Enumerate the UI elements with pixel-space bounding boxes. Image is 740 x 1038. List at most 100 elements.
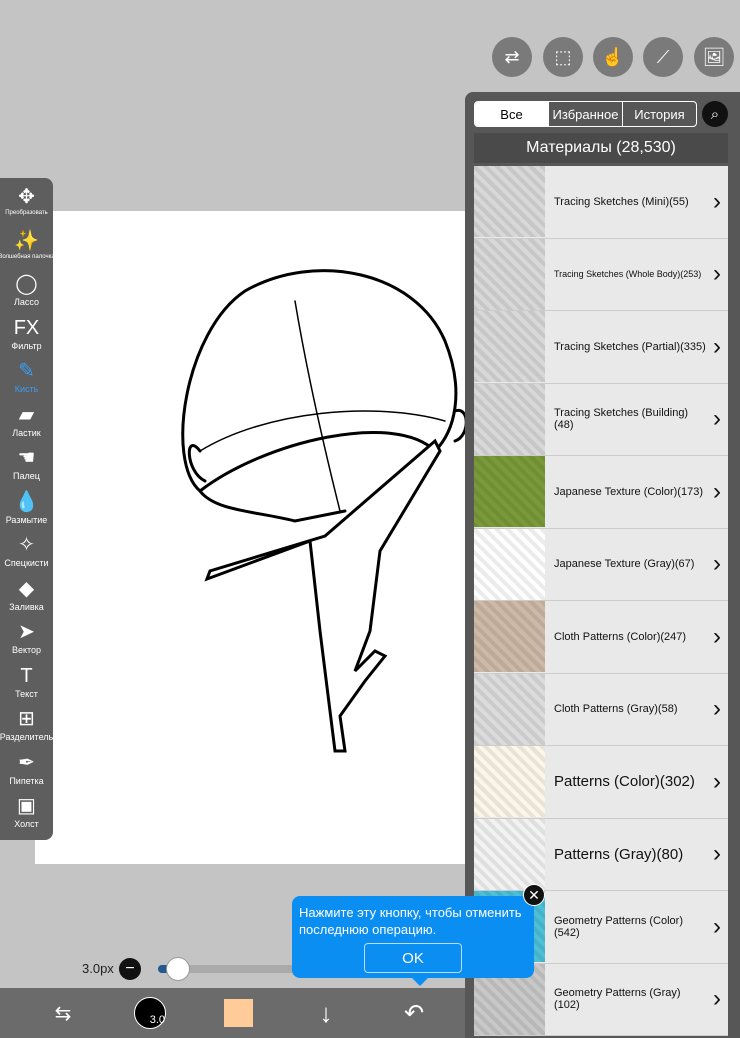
chevron-right-icon: › xyxy=(713,550,721,578)
tool-fx[interactable]: FX Фильтр xyxy=(0,315,53,359)
material-label: Tracing Sketches (Mini)(55) xyxy=(554,195,689,208)
tab-all[interactable]: Все xyxy=(475,102,549,126)
search-icon[interactable]: ⌕ xyxy=(702,101,728,127)
chevron-right-icon: › xyxy=(713,767,721,795)
tool-magic-wand[interactable]: ✨ Волшебная палочка xyxy=(0,228,55,272)
chevron-right-icon: › xyxy=(713,985,721,1013)
tool-vector-arrow[interactable]: ➤ Вектор xyxy=(0,619,53,663)
material-item[interactable]: Japanese Texture (Color)(173) › xyxy=(474,456,728,529)
tool-label: Разделитель xyxy=(0,732,54,742)
brush-size-button[interactable]: 3.0 xyxy=(133,988,167,1038)
material-item[interactable]: Cloth Patterns (Gray)(58) › xyxy=(474,673,728,746)
tool-eraser[interactable]: ▰ Ластик xyxy=(0,402,53,446)
material-label: Cloth Patterns (Color)(247) xyxy=(554,630,687,643)
color-swatch[interactable] xyxy=(222,988,254,1038)
fx-icon: FX xyxy=(13,316,40,339)
chevron-right-icon: › xyxy=(713,405,721,433)
tool-finger[interactable]: ☚ Палец xyxy=(0,445,53,489)
tool-label: Текст xyxy=(15,688,38,699)
tab-favorites[interactable]: Избранное xyxy=(549,102,623,126)
material-item[interactable]: Tracing Sketches (Whole Body)(253) › xyxy=(474,238,728,311)
material-item[interactable]: Japanese Texture (Gray)(67) › xyxy=(474,528,728,601)
material-thumbnail xyxy=(474,383,545,455)
material-thumbnail xyxy=(474,746,545,817)
chevron-right-icon: › xyxy=(713,840,721,868)
brush-size-decrease-button[interactable]: − xyxy=(119,958,141,980)
chevron-right-icon: › xyxy=(713,187,721,215)
eraser-icon: ▰ xyxy=(18,403,35,426)
material-label: Patterns (Color)(302) xyxy=(554,773,695,791)
material-label: Patterns (Gray)(80) xyxy=(554,845,684,863)
material-label: Geometry Patterns (Color)(542) xyxy=(554,914,683,939)
material-thumbnail xyxy=(474,238,545,310)
text-icon: T xyxy=(20,664,33,687)
material-item[interactable]: Tracing Sketches (Building)(48) › xyxy=(474,383,728,456)
material-thumbnail xyxy=(474,311,545,382)
bottom-toolbar: ⇆ 3.0 ↓ ↶ xyxy=(0,988,465,1038)
tool-text[interactable]: T Текст xyxy=(0,663,53,707)
material-item[interactable]: Tracing Sketches (Mini)(55) › xyxy=(474,166,728,239)
tool-label: Вектор xyxy=(11,645,42,655)
tool-move[interactable]: ✥ Преобразовать xyxy=(0,184,53,228)
tool-label: Фильтр xyxy=(11,340,42,351)
tool-label: Лассо xyxy=(13,297,40,307)
slider-thumb[interactable] xyxy=(166,957,190,981)
canvas-icon: ▣ xyxy=(17,795,36,817)
finger-icon: ☚ xyxy=(17,447,36,469)
drawing-canvas[interactable] xyxy=(35,211,475,864)
layer-down-arrow-icon[interactable]: ↓ xyxy=(310,988,342,1038)
tool-canvas[interactable]: ▣ Холст xyxy=(0,793,53,837)
eyedropper-icon: ✒ xyxy=(18,751,35,774)
tool-label: Спецкисти xyxy=(4,558,49,568)
material-item[interactable]: Tracing Sketches (Partial)(335) › xyxy=(474,311,728,384)
vector-arrow-icon: ➤ xyxy=(18,621,35,643)
material-item[interactable]: Cloth Patterns (Color)(247) › xyxy=(474,601,728,674)
material-label: Cloth Patterns (Gray)(58) xyxy=(554,703,678,716)
tool-label: Палец xyxy=(13,471,40,481)
lasso-icon: ◯ xyxy=(15,273,38,295)
fill-bucket-icon: ◆ xyxy=(18,577,35,600)
tool-label: Волшебная палочка xyxy=(0,253,55,260)
material-thumbnail xyxy=(474,601,545,672)
material-label: Geometry Patterns (Gray)(102) xyxy=(554,987,681,1012)
swap-brush-eraser-icon[interactable]: ⇆ xyxy=(45,988,81,1038)
chevron-right-icon: › xyxy=(713,695,721,723)
brush-icon: ✎ xyxy=(18,360,35,382)
tooltip-close-icon[interactable]: ✕ xyxy=(523,884,545,906)
material-thumbnail xyxy=(474,166,545,237)
tool-sidebar: ✥ Преобразовать ✨ Волшебная палочка ◯ Лассо FX… xyxy=(0,178,55,840)
undo-tooltip: Нажмите эту кнопку, чтобы отменить после… xyxy=(292,896,534,986)
material-label: Japanese Texture (Gray)(67) xyxy=(554,558,695,571)
special-brush-icon: ✧ xyxy=(18,534,35,556)
tool-label: Ластик xyxy=(12,427,41,438)
material-thumbnail xyxy=(474,528,545,600)
tool-label: Холст xyxy=(14,819,39,829)
material-item[interactable]: Patterns (Gray)(80) › xyxy=(474,818,728,891)
tooltip-ok-button[interactable]: OK xyxy=(364,943,462,973)
tool-eyedropper[interactable]: ✒ Пипетка xyxy=(0,750,53,794)
tool-special-brush[interactable]: ✧ Спецкисти xyxy=(0,532,53,576)
material-label: Japanese Texture (Color)(173) xyxy=(554,485,703,498)
blur-drop-icon: 💧 xyxy=(14,490,39,513)
tool-frame-divider[interactable]: ⊞ Разделитель xyxy=(0,706,53,750)
frame-divider-icon: ⊞ xyxy=(18,708,35,730)
tab-history[interactable]: История xyxy=(623,102,696,126)
undo-icon[interactable]: ↶ xyxy=(398,988,430,1038)
brush-size-badge: 3.0 xyxy=(149,1014,165,1026)
tool-label: Размытие xyxy=(5,514,48,525)
tool-lasso[interactable]: ◯ Лассо xyxy=(0,271,53,315)
tool-brush[interactable]: ✎ Кисть xyxy=(0,358,53,402)
tooltip-text: Нажмите эту кнопку, чтобы отменить после… xyxy=(299,905,522,937)
material-item[interactable]: Patterns (Color)(302) › xyxy=(474,746,728,819)
brush-size-label: 3.0px xyxy=(82,961,114,976)
material-label: Tracing Sketches (Whole Body)(253) xyxy=(554,269,702,280)
material-image-icon[interactable]: 🖼 xyxy=(694,37,734,77)
material-label: Tracing Sketches (Building)(48) xyxy=(554,407,689,432)
hand-icon[interactable]: ☝ xyxy=(593,37,633,77)
tool-fill-bucket[interactable]: ◆ Заливка xyxy=(0,576,53,620)
ruler-icon[interactable]: ⟋ xyxy=(643,37,683,77)
chevron-right-icon: › xyxy=(713,332,721,360)
toggle-icon[interactable]: ⇄ xyxy=(492,37,532,77)
selection-icon[interactable]: ⬚ xyxy=(543,37,583,77)
tool-blur-drop[interactable]: 💧 Размытие xyxy=(0,489,53,533)
